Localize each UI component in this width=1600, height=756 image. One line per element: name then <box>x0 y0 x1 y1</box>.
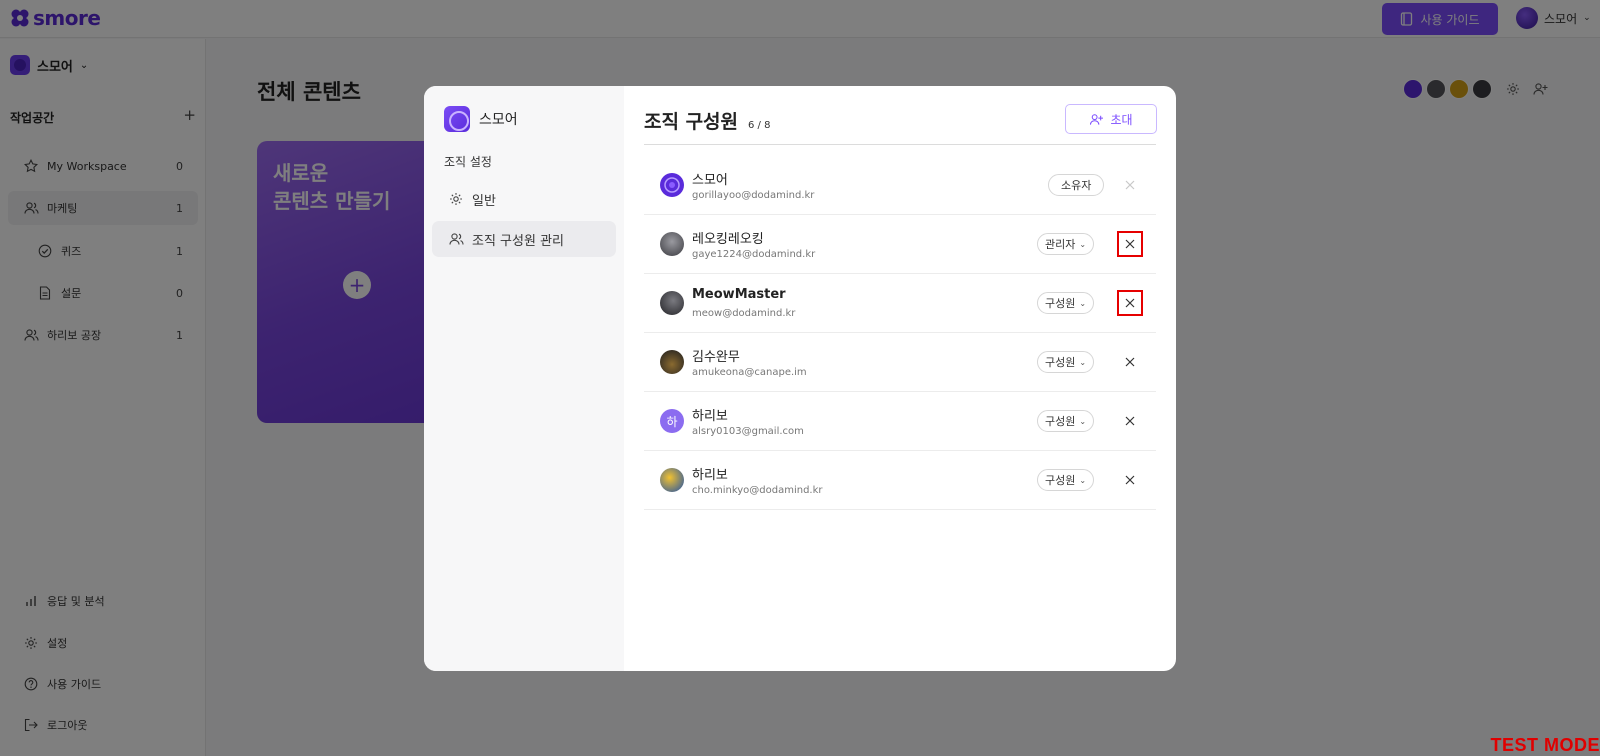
member-email: amukeona@canape.im <box>692 367 807 378</box>
member-email: alsry0103@gmail.com <box>692 426 804 437</box>
member-role-dropdown[interactable]: 구성원 ⌄ <box>1037 469 1095 491</box>
chevron-down-icon: ⌄ <box>1079 298 1087 308</box>
member-email: gorillayoo@dodamind.kr <box>692 190 815 201</box>
member-row: 김수완무 amukeona@canape.im 구성원 ⌄ <box>644 333 1156 392</box>
member-role-dropdown[interactable]: 구성원 ⌄ <box>1037 292 1095 314</box>
avatar: 하 <box>660 409 684 433</box>
avatar <box>660 291 684 315</box>
org-settings-modal: 스모어 조직 설정 일반 조직 구성원 관리 조직 구성원 6 / 8 초대 스… <box>424 86 1176 671</box>
member-role-label: 소유자 <box>1061 179 1092 192</box>
member-role-dropdown[interactable]: 구성원 ⌄ <box>1037 351 1095 373</box>
users-icon <box>448 231 464 247</box>
close-icon <box>1125 416 1135 426</box>
member-role-label: 관리자 <box>1045 238 1076 251</box>
member-name: 하리보 <box>692 409 728 424</box>
close-icon <box>1125 357 1135 367</box>
remove-member-button[interactable] <box>1119 469 1141 491</box>
remove-member-button[interactable] <box>1117 290 1143 316</box>
chevron-down-icon: ⌄ <box>1079 239 1087 249</box>
member-name: 하리보 <box>692 468 728 483</box>
member-email: cho.minkyo@dodamind.kr <box>692 485 823 496</box>
member-name: 스모어 <box>692 173 728 188</box>
test-mode-label: TEST MODE <box>1490 735 1600 755</box>
remove-member-button[interactable] <box>1119 410 1141 432</box>
member-list: 스모어 gorillayoo@dodamind.kr 소유자 레오킹레오킹 ga… <box>644 156 1156 510</box>
avatar <box>660 232 684 256</box>
member-row: 하 하리보 alsry0103@gmail.com 구성원 ⌄ <box>644 392 1156 451</box>
modal-nav-general[interactable]: 일반 <box>432 181 616 217</box>
remove-member-button[interactable] <box>1119 351 1141 373</box>
member-name: 레오킹레오킹 <box>692 232 764 247</box>
chevron-down-icon: ⌄ <box>1079 416 1087 426</box>
member-role-badge: 소유자 <box>1048 174 1105 196</box>
modal-nav-section-title: 조직 설정 <box>444 155 492 169</box>
member-name: 김수완무 <box>692 350 740 365</box>
member-row: 하리보 cho.minkyo@dodamind.kr 구성원 ⌄ <box>644 451 1156 510</box>
chevron-down-icon: ⌄ <box>1079 475 1087 485</box>
close-icon <box>1125 475 1135 485</box>
avatar <box>660 468 684 492</box>
modal-nav-label: 일반 <box>472 193 496 209</box>
invite-label: 초대 <box>1110 112 1133 127</box>
gear-icon <box>448 191 464 207</box>
chevron-down-icon: ⌄ <box>1079 357 1087 367</box>
org-logo-icon <box>444 106 470 132</box>
member-role-label: 구성원 <box>1045 297 1076 310</box>
avatar <box>660 350 684 374</box>
member-name: MeowMaster <box>692 287 786 302</box>
member-role-dropdown[interactable]: 구성원 ⌄ <box>1037 410 1095 432</box>
members-title-text: 조직 구성원 <box>644 111 739 133</box>
member-row: 스모어 gorillayoo@dodamind.kr 소유자 <box>644 156 1156 215</box>
remove-member-button <box>1119 174 1141 196</box>
modal-nav: 스모어 조직 설정 일반 조직 구성원 관리 <box>424 86 624 671</box>
avatar <box>660 173 684 197</box>
modal-nav-members[interactable]: 조직 구성원 관리 <box>432 221 616 257</box>
member-role-label: 구성원 <box>1045 474 1076 487</box>
close-icon <box>1125 180 1135 190</box>
member-email: gaye1224@dodamind.kr <box>692 249 816 260</box>
close-icon <box>1125 298 1135 308</box>
member-role-label: 구성원 <box>1045 356 1076 369</box>
member-role-dropdown[interactable]: 관리자 ⌄ <box>1037 233 1095 255</box>
invite-button[interactable]: 초대 <box>1065 104 1157 134</box>
divider <box>644 144 1156 145</box>
remove-member-button[interactable] <box>1117 231 1143 257</box>
member-row: 레오킹레오킹 gaye1224@dodamind.kr 관리자 ⌄ <box>644 215 1156 274</box>
member-row: MeowMaster meow@dodamind.kr 구성원 ⌄ <box>644 274 1156 333</box>
add-user-icon <box>1090 113 1104 125</box>
member-role-label: 구성원 <box>1045 415 1076 428</box>
modal-org-name: 스모어 <box>479 112 518 128</box>
modal-nav-label: 조직 구성원 관리 <box>472 233 564 249</box>
members-count: 6 / 8 <box>748 120 771 131</box>
modal-org-header: 스모어 <box>444 106 518 132</box>
member-email: meow@dodamind.kr <box>692 308 796 319</box>
close-icon <box>1125 239 1135 249</box>
members-title: 조직 구성원 6 / 8 <box>644 107 770 134</box>
